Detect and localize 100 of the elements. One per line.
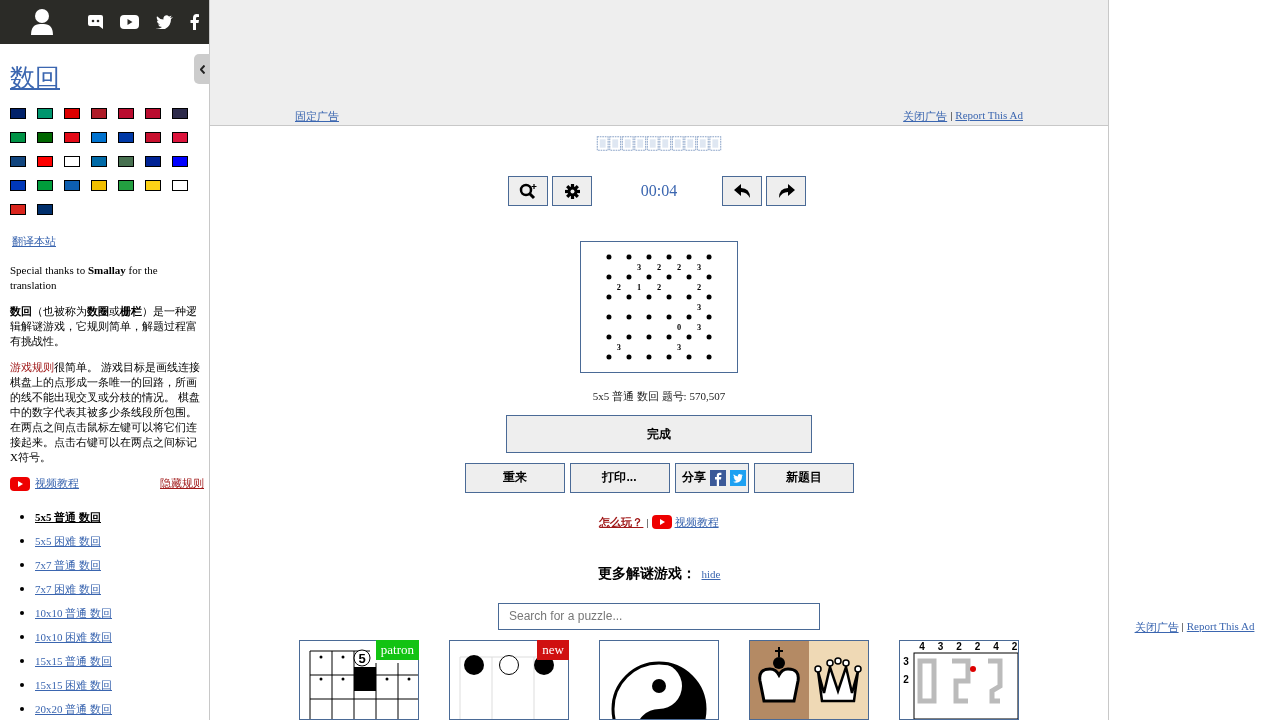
flag-icon[interactable] [91,180,107,191]
bird-icon [729,470,746,486]
collapse-tab[interactable] [194,54,210,84]
redo-arrow-icon [777,184,795,198]
clue-number: 2 [656,263,662,273]
bullet [20,539,24,543]
clue-number: 2 [974,641,981,652]
puzzle-caption: 5x5 普通 数回 题号: 570,507 [592,389,726,405]
play-button-icon [10,476,30,491]
clue-circle [353,649,371,667]
clue-number: 3 [937,641,944,652]
settings-icon [564,183,580,199]
bullet [20,611,24,615]
rules-link[interactable]: 游戏规则 [10,361,54,373]
separator: | [1181,620,1184,634]
separator: | [950,109,953,123]
bullet [20,707,24,711]
play-button-icon[interactable] [120,15,139,29]
separator: | [646,516,649,529]
chevron-left-icon [199,64,205,74]
game-timer: 00:04 [639,182,679,200]
clue-number: 3 [676,343,682,353]
thanks-text: Special thanks to Smallay for the translation [10,263,159,293]
page-title-link[interactable]: 数回 [10,64,60,91]
undo-arrow-icon [733,184,751,198]
clue-number: 2 [956,641,962,652]
clue-number: 2 [903,674,909,685]
new-badge: new [537,640,569,660]
bullet [20,683,24,687]
flag-icon[interactable] [118,180,134,191]
clue-number: 2 [656,283,662,293]
close-ad-link[interactable]: 关闭广告 [1134,620,1179,635]
search-field[interactable]: Search for a puzzle... [498,603,820,630]
clue-number: 3 [696,263,702,273]
puzzle-size-link[interactable]: 15x15 普通 数回 [35,653,112,669]
clue-number: 3 [616,343,622,353]
puzzle-board[interactable]: 3 2 2 3 2 1 2 2 3 0 3 3 3 [580,241,738,374]
clue-number: 2 [696,283,702,293]
report-ad-link[interactable]: Report This Ad [1186,620,1255,635]
action-button[interactable]: 重来 [464,463,565,493]
chat-bubble-icon[interactable] [88,15,103,29]
patron-badge: patron [375,640,419,660]
yin-yang-puzzle-thumbnail[interactable] [599,640,719,720]
zoom-button[interactable] [508,176,548,206]
clue-number: 1 [636,283,642,293]
clue-number: 2 [1011,641,1018,652]
puzzle-size-link[interactable]: 7x7 困难 数回 [35,581,101,597]
translate-link[interactable]: 翻译本站 [12,234,56,249]
puzzle-size-link[interactable]: 7x7 普通 数回 [35,557,101,573]
action-button[interactable]: 打印... [569,463,670,493]
report-ad-link[interactable]: Report This Ad [955,109,1023,124]
loop-numbers-puzzle-thumbnail[interactable]: 4 3 2 2 4 2 3 2 [899,640,1019,720]
bullet [20,659,24,663]
hide-rules-link[interactable]: 隐藏规则 [160,476,204,491]
bullet [20,635,24,639]
flag-icon[interactable] [145,180,161,191]
clue-number: 3 [696,323,702,333]
hide-link[interactable]: hide [701,568,721,580]
bullet [20,587,24,591]
facebook-icon [709,470,726,486]
puzzle-size-link[interactable]: 5x5 困难 数回 [35,533,101,549]
clue-number: 2 [616,283,622,293]
pin-ad-link[interactable]: 固定广告 [295,109,339,124]
bullet [20,563,24,567]
clue-number: 2 [676,263,682,273]
play-button-icon [651,515,672,530]
action-button[interactable]: 新题目 [753,463,854,493]
share-button[interactable]: 分享 [674,463,749,493]
settings-button[interactable] [552,176,592,206]
clue-number: 3 [636,263,642,273]
clue-number: 0 [676,323,682,333]
rules-text: 游戏规则很简单。 游戏目标是画线连接棋盘上的点形成一条唯一的回路，所画的线不能出现交叉或分枝的情况。 棋盘中的数字代表其被多少条线段所包围。在两点之间点击鼠标左键可以将它们连接起来。点击右键可以在两点之间标记X符号。 [10,360,201,465]
undo-button[interactable] [722,176,762,206]
circles-puzzle-thumbnail[interactable] [449,640,569,720]
chess-puzzle-thumbnail[interactable] [749,640,869,720]
clue-number: 4 [919,641,925,652]
puzzle-size-link[interactable]: 5x5 普通 数回 [35,509,101,525]
flag-icon[interactable] [172,180,188,191]
f-logo-icon[interactable] [190,14,199,30]
how-to-play-link[interactable]: 怎么玩？ [599,515,644,530]
puzzle-size-link[interactable]: 20x20 普通 数回 [35,701,112,717]
puzzle-size-link[interactable]: 15x15 困难 数回 [35,677,112,693]
clue-number: 3 [696,303,702,313]
clue-number: 3 [903,656,909,667]
intro-text: 数回（也被称为数圈或栅栏）是一种逻辑解谜游戏，它规则简单，解题过程富有挑战性。 [10,304,198,349]
puzzle-size-link[interactable]: 10x10 困难 数回 [35,629,112,645]
close-ad-link[interactable]: 关闭广告 [903,109,948,124]
zoom-in-icon [519,182,537,200]
video-tutorial-link[interactable]: 视频教程 [674,515,719,530]
user-icon[interactable] [31,9,53,35]
clue-number: 4 [993,641,999,652]
bullet [20,515,24,519]
redo-button[interactable] [766,176,806,206]
section-heading: 更多解谜游戏： [597,565,696,583]
clue-number: 5 [358,650,366,666]
video-tutorial-link[interactable]: 视频教程 [35,476,79,491]
bird-icon[interactable] [156,15,173,29]
puzzle-size-link[interactable]: 10x10 普通 数回 [35,605,112,621]
done-button[interactable]: 完成 [506,415,812,453]
flag-icon[interactable] [64,156,80,167]
